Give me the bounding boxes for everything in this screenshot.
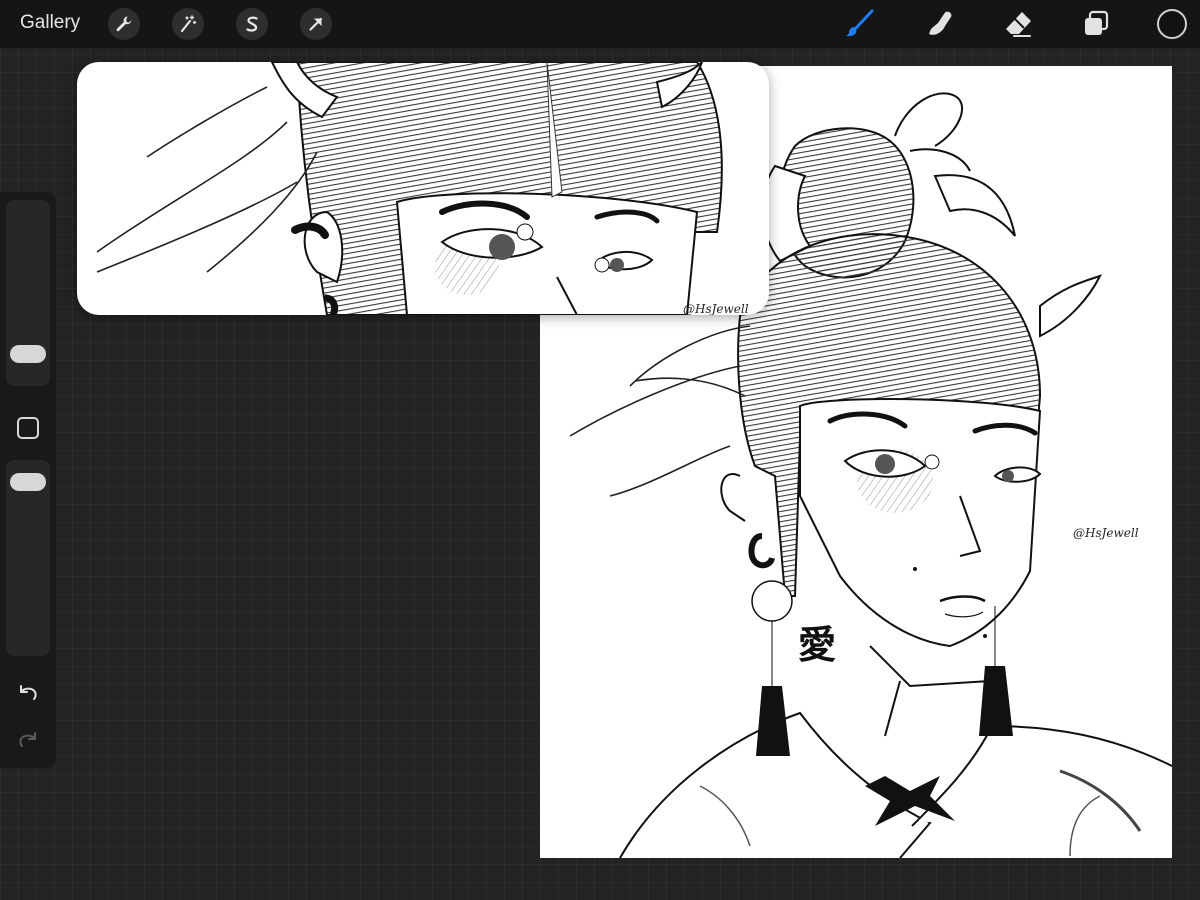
selection-s-icon [246, 16, 258, 32]
reference-zoomed-sketch [96, 62, 723, 315]
arrow-cursor-icon [309, 17, 323, 31]
wrench-icon [116, 16, 132, 32]
left-sidebar [0, 192, 56, 768]
reference-signature: @HsJewell [683, 302, 749, 315]
actions-button[interactable] [108, 8, 140, 40]
undo-button[interactable] [14, 680, 42, 704]
brush-icon [846, 9, 874, 37]
artist-signature: @HsJewell [1073, 526, 1139, 540]
eraser-icon [1006, 12, 1031, 37]
neck-kanji-tattoo: 愛 [798, 623, 837, 667]
color-swatch[interactable] [1157, 9, 1187, 39]
gallery-button[interactable]: Gallery [20, 12, 80, 34]
adjustments-button[interactable] [172, 8, 204, 40]
top-toolbar: Gallery [0, 0, 1200, 48]
redo-button[interactable] [14, 727, 42, 751]
selection-button[interactable] [236, 8, 268, 40]
transform-button[interactable] [300, 8, 332, 40]
magic-wand-icon [180, 15, 197, 33]
modify-button[interactable] [17, 417, 39, 439]
reference-window[interactable]: @HsJewell [77, 62, 769, 315]
brush-button[interactable] [842, 6, 878, 42]
undo-arrow-icon [20, 685, 37, 700]
smudge-button[interactable] [922, 6, 958, 42]
eraser-button[interactable] [1000, 6, 1036, 42]
layers-button[interactable] [1078, 6, 1114, 42]
opacity-thumb[interactable] [10, 473, 46, 491]
brush-size-thumb[interactable] [10, 345, 46, 363]
redo-arrow-icon [19, 732, 36, 747]
smudge-finger-icon [929, 11, 952, 35]
layers-icon [1085, 10, 1109, 35]
